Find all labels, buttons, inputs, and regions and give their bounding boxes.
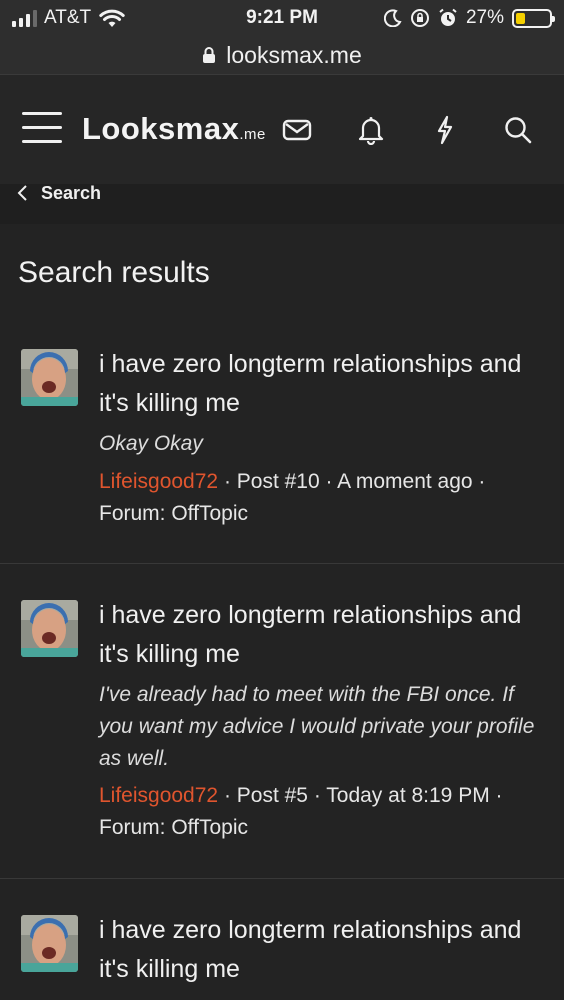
search-icon[interactable]: [503, 115, 533, 145]
result-username[interactable]: Lifeisgood72: [99, 470, 218, 493]
result-title[interactable]: i have zero longterm relationships and i…: [99, 911, 539, 989]
site-header: Looksmax.me: [0, 74, 564, 184]
breadcrumb-bar: Search: [0, 183, 564, 224]
result-post-info: · Post #10 · A moment ago ·: [218, 470, 486, 493]
moon-icon: [383, 9, 402, 27]
search-result: i have zero longterm relationships and i…: [0, 879, 564, 1000]
search-result: i have zero longterm relationships and i…: [0, 320, 564, 564]
mail-icon[interactable]: [282, 115, 312, 145]
site-logo[interactable]: Looksmax.me: [82, 111, 266, 147]
avatar[interactable]: [21, 349, 78, 406]
result-forum[interactable]: Forum: OffTopic: [99, 816, 248, 839]
address-bar[interactable]: looksmax.me: [0, 36, 564, 74]
result-meta: Lifeisgood72 · Post #10 · A moment ago ·…: [99, 466, 549, 530]
status-right: 27%: [383, 7, 555, 29]
result-meta: Lifeisgood72 · Post #5 · Today at 8:19 P…: [99, 780, 549, 844]
alarm-icon: [439, 8, 457, 26]
result-username[interactable]: Lifeisgood72: [99, 784, 218, 807]
bolt-icon[interactable]: [430, 115, 460, 145]
menu-icon[interactable]: [22, 112, 62, 146]
battery-level: [516, 12, 525, 24]
result-title[interactable]: i have zero longterm relationships and i…: [99, 345, 539, 423]
battery-icon: [512, 8, 555, 28]
bell-icon[interactable]: [356, 115, 386, 145]
result-title[interactable]: i have zero longterm relationships and i…: [99, 596, 539, 674]
search-result: i have zero longterm relationships and i…: [0, 564, 564, 879]
orientation-lock-icon: [410, 9, 429, 27]
status-bar: AT&T 9:21 PM 27%: [0, 0, 564, 36]
result-forum[interactable]: Forum: OffTopic: [99, 502, 248, 525]
logo-main: Looksmax: [82, 111, 240, 146]
logo-tld: .me: [239, 126, 266, 143]
breadcrumb-label[interactable]: Search: [41, 183, 101, 204]
chevron-left-icon: [17, 185, 27, 201]
result-snippet: I've already had to meet with the FBI on…: [99, 683, 535, 770]
battery-percent: 27%: [465, 7, 504, 28]
breadcrumb-back-link[interactable]: Search: [17, 183, 101, 204]
url-text[interactable]: looksmax.me: [226, 42, 361, 69]
page-title: Search results: [18, 256, 210, 289]
result-post-info: · Post #5 · Today at 8:19 PM ·: [218, 784, 503, 807]
result-snippet: Okay Okay: [99, 432, 203, 455]
avatar[interactable]: [21, 600, 78, 657]
lock-icon: [203, 47, 216, 63]
avatar[interactable]: [21, 915, 78, 972]
